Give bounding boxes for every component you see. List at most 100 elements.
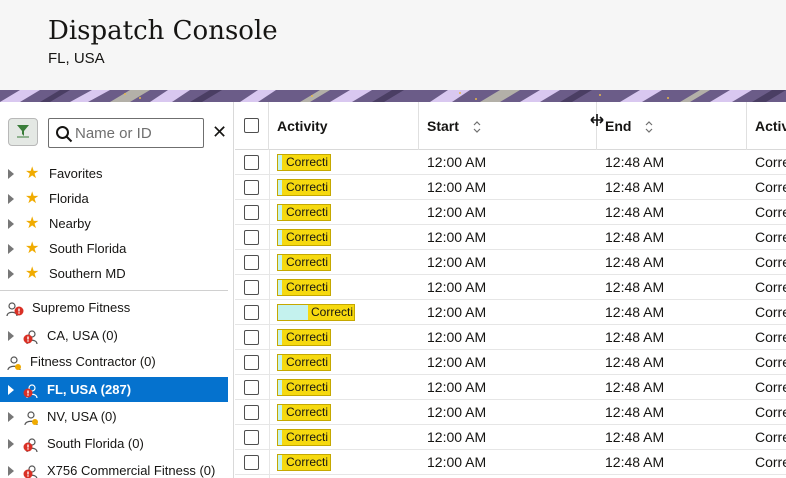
row-checkbox[interactable]: [244, 155, 259, 170]
activity-chip[interactable]: Correcti: [277, 179, 331, 196]
tree-item-supremo-fitness[interactable]: Supremo Fitness: [0, 295, 228, 320]
activity-progress: [278, 330, 282, 345]
activity-chip[interactable]: Correcti: [277, 254, 331, 271]
tree-item-south-florida[interactable]: South Florida (0): [0, 431, 228, 456]
page-subtitle: FL, USA: [48, 50, 105, 67]
activity-chip[interactable]: Correcti: [277, 379, 331, 396]
row-checkbox[interactable]: [244, 205, 259, 220]
column-header-start[interactable]: Start: [419, 102, 597, 150]
activity-chip[interactable]: Correcti: [277, 304, 355, 321]
end-cell: 12:48 AM: [605, 354, 665, 370]
start-cell: 12:00 AM: [427, 154, 487, 170]
tree-item-fl-usa[interactable]: FL, USA (287): [0, 377, 228, 402]
table-row[interactable]: Correcti 12:00 AM 12:48 AM Corre: [235, 450, 786, 475]
sort-icon[interactable]: [645, 120, 653, 134]
table-row[interactable]: Correcti 12:00 AM 12:48 AM Corre: [235, 150, 786, 175]
tree-item-southern-md[interactable]: ★ Southern MD: [0, 261, 228, 286]
tree-divider: [0, 290, 228, 291]
table-row[interactable]: Correcti 12:00 AM 12:48 AM Corre: [235, 175, 786, 200]
close-icon[interactable]: ✕: [212, 122, 227, 142]
row-checkbox[interactable]: [244, 330, 259, 345]
row-checkbox[interactable]: [244, 280, 259, 295]
column-header-activity-type[interactable]: Activ: [747, 102, 786, 150]
activity-chip-label: Correcti: [286, 430, 329, 444]
tree-item-florida[interactable]: ★ Florida: [0, 186, 228, 211]
row-checkbox[interactable]: [244, 380, 259, 395]
search-field[interactable]: [48, 118, 204, 148]
table-row[interactable]: Correcti 12:00 AM 12:48 AM Corre: [235, 325, 786, 350]
row-checkbox[interactable]: [244, 180, 259, 195]
activity-chip[interactable]: Correcti: [277, 354, 331, 371]
tree-item-label: Nearby: [49, 216, 91, 231]
activity-chip[interactable]: Correcti: [277, 204, 331, 221]
column-header-end[interactable]: End: [597, 102, 747, 150]
row-checkbox[interactable]: [244, 355, 259, 370]
start-cell: 12:00 AM: [427, 329, 487, 345]
expand-triangle-icon[interactable]: [8, 412, 14, 422]
activity-chip[interactable]: Correcti: [277, 429, 331, 446]
tree-item-ca[interactable]: CA, USA (0): [0, 323, 228, 348]
activity-chip-label: Correcti: [286, 280, 329, 294]
table-row[interactable]: Correcti 12:00 AM 12:48 AM Corre: [235, 250, 786, 275]
expand-triangle-icon[interactable]: [8, 466, 14, 476]
expand-triangle-icon[interactable]: [8, 269, 14, 279]
table-row[interactable]: Correcti 12:00 AM 12:48 AM Corre: [235, 275, 786, 300]
column-header-activity[interactable]: Activity: [269, 102, 419, 150]
search-input[interactable]: [75, 123, 201, 143]
expand-triangle-icon[interactable]: [8, 219, 14, 229]
expand-triangle-icon[interactable]: [8, 244, 14, 254]
tree-item-label: X756 Commercial Fitness (0): [47, 463, 216, 478]
row-checkbox[interactable]: [244, 430, 259, 445]
row-checkbox[interactable]: [244, 405, 259, 420]
end-cell: 12:48 AM: [605, 429, 665, 445]
expand-triangle-icon[interactable]: [8, 439, 14, 449]
start-cell: 12:00 AM: [427, 229, 487, 245]
sort-icon[interactable]: [473, 120, 481, 134]
activity-chip[interactable]: Correcti: [277, 454, 331, 471]
tree-item-label: South Florida (0): [47, 436, 144, 451]
expand-triangle-icon[interactable]: [8, 385, 14, 395]
activity-chip[interactable]: Correcti: [277, 329, 331, 346]
column-header-label: Activity: [277, 118, 328, 134]
table-row[interactable]: Correcti 12:00 AM 12:48 AM Corre: [235, 375, 786, 400]
tree-item-south-florida-fav[interactable]: ★ South Florida: [0, 236, 228, 261]
tree-item-nearby[interactable]: ★ Nearby: [0, 211, 228, 236]
row-checkbox[interactable]: [244, 230, 259, 245]
tree-item-fitness-contractor[interactable]: Fitness Contractor (0): [0, 349, 228, 374]
tree-item-favorites[interactable]: ★ Favorites: [0, 161, 228, 186]
activity-chip-label: Correcti: [286, 255, 329, 269]
table-row[interactable]: Correcti 12:00 AM 12:48 AM Corre: [235, 300, 786, 325]
tree-item-label: Southern MD: [49, 266, 126, 281]
activity-progress: [278, 455, 282, 470]
tree-item-x756[interactable]: X756 Commercial Fitness (0): [0, 458, 228, 478]
expand-triangle-icon[interactable]: [8, 169, 14, 179]
activity-type-cell: Corre: [755, 204, 786, 220]
table-row[interactable]: Correcti 12:00 AM 12:48 AM Corre: [235, 350, 786, 375]
table-row[interactable]: Correcti 12:00 AM 12:48 AM Corre: [235, 400, 786, 425]
activity-chip[interactable]: Correcti: [277, 229, 331, 246]
table-row[interactable]: Correcti 12:00 AM 12:48 AM Corre: [235, 425, 786, 450]
expand-triangle-icon[interactable]: [8, 331, 14, 341]
activity-chip-label: Correcti: [286, 405, 329, 419]
start-cell: 12:00 AM: [427, 429, 487, 445]
start-cell: 12:00 AM: [427, 204, 487, 220]
activity-type-cell: Corre: [755, 279, 786, 295]
select-all-checkbox[interactable]: [244, 118, 259, 133]
expand-triangle-icon[interactable]: [8, 194, 14, 204]
row-checkbox[interactable]: [244, 305, 259, 320]
activity-chip[interactable]: Correcti: [277, 279, 331, 296]
filter-button[interactable]: [8, 118, 38, 146]
row-checkbox[interactable]: [244, 255, 259, 270]
table-row[interactable]: Correcti 12:00 AM 12:48 AM Corre: [235, 200, 786, 225]
tree-item-label: Favorites: [49, 166, 103, 181]
org-icon: [6, 300, 24, 325]
table-row[interactable]: Correcti 12:00 AM 12:48 AM Corre: [235, 225, 786, 250]
activity-type-cell: Corre: [755, 404, 786, 420]
activity-chip[interactable]: Correcti: [277, 154, 331, 171]
row-checkbox[interactable]: [244, 455, 259, 470]
activity-chip[interactable]: Correcti: [277, 404, 331, 421]
activity-progress: [278, 230, 282, 245]
activity-type-cell: Corre: [755, 304, 786, 320]
tree-item-nv[interactable]: NV, USA (0): [0, 404, 228, 429]
start-cell: 12:00 AM: [427, 454, 487, 470]
